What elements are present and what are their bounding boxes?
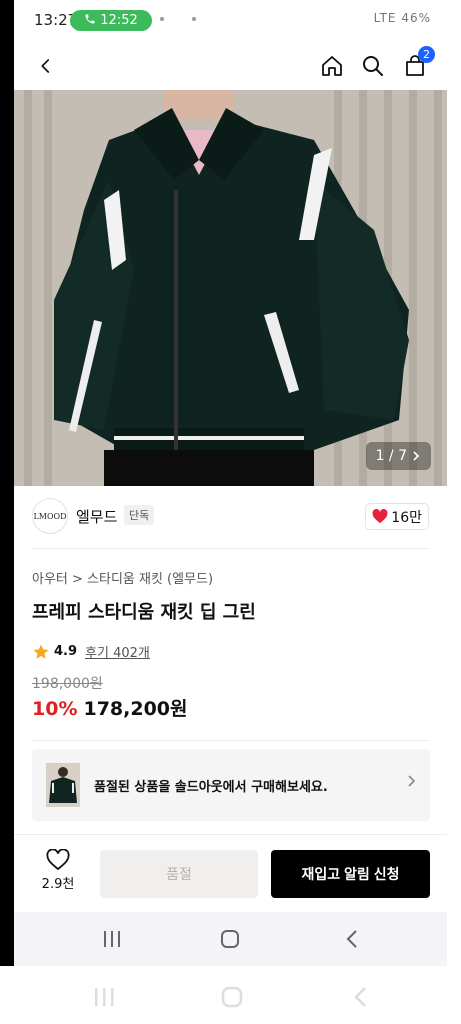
brand-like-button[interactable]: 16만 [365,503,429,530]
brand-name[interactable]: 엘무드 [76,506,117,527]
notification-dot [192,17,196,21]
brand-logo-text: LMOOD [33,511,67,521]
product-title: 프레피 스타디움 재킷 딥 그린 [32,602,256,623]
top-app-bar: 2 [14,42,447,90]
soldout-banner-card: 품절된 상품을 솔드아웃에서 구매해보세요. [32,740,430,838]
device-frame-left [0,0,14,966]
soldout-button[interactable]: 품절 [100,850,258,898]
star-icon [33,644,49,659]
recent-apps-button[interactable] [90,984,118,1010]
notification-dot [160,17,164,21]
banner-thumbnail [46,763,80,807]
ongoing-call-pill[interactable]: 12:52 [70,10,152,31]
call-duration: 12:52 [100,13,138,28]
rating-row[interactable]: 4.9 후기 402개 [32,642,150,661]
discount-rate: 10% [32,698,78,720]
cart-button[interactable]: 2 [399,46,435,82]
search-icon [363,56,383,76]
phone-icon [84,13,96,29]
sale-price: 178,200원 [83,698,188,720]
bottom-action-bar: 2.9천 품절 재입고 알림 신청 [14,834,447,912]
home-button[interactable] [316,50,348,82]
back-chevron-icon [354,987,366,1007]
image-counter[interactable]: 1 / 7 [365,442,431,470]
recent-apps-icon [104,931,120,947]
device-frame-right [447,0,461,966]
product-image-carousel[interactable]: 1 / 7 [14,90,447,486]
chevron-left-icon [41,59,50,73]
recent-apps-button[interactable] [98,926,126,952]
section-divider [32,548,430,549]
home-circle-icon [221,986,243,1008]
recent-apps-icon [95,988,114,1006]
home-nav-button[interactable] [216,926,244,952]
image-counter-text: 1 / 7 [375,448,407,464]
cart-count-badge: 2 [418,46,435,63]
back-chevron-icon [346,930,357,948]
brand-like-count: 16만 [391,509,422,526]
outer-nav-bar [0,966,461,1024]
price-row: 10% 178,200원 [32,694,188,721]
home-nav-button[interactable] [218,984,246,1010]
system-nav-bar [14,912,447,966]
breadcrumb[interactable]: 아우터 > 스타디움 재킷 (엘무드) [32,568,213,587]
soldout-banner[interactable]: 품절된 상품을 솔드아웃에서 구매해보세요. [32,749,430,821]
chevron-right-icon [413,451,420,461]
exclusive-badge: 단독 [124,505,155,525]
heart-filled-icon [372,509,388,524]
rating-score: 4.9 [54,644,78,659]
heart-outline-icon [46,849,70,871]
original-price: 198,000원 [32,676,103,692]
wishlist-button[interactable]: 2.9천 [32,849,84,899]
search-button[interactable] [357,50,389,82]
back-nav-button[interactable] [346,984,374,1010]
status-bar: 13:27 12:52 LTE 46% [14,0,447,42]
chevron-right-icon [406,773,416,792]
back-nav-button[interactable] [338,926,366,952]
brand-row[interactable]: LMOOD 엘무드 단독 16만 [14,486,447,548]
review-count-link[interactable]: 후기 402개 [85,642,150,661]
restock-alert-button[interactable]: 재입고 알림 신청 [271,850,430,898]
back-button[interactable] [30,50,62,82]
brand-logo[interactable]: LMOOD [32,498,68,534]
wishlist-count: 2.9천 [41,877,75,892]
product-photo [14,90,447,486]
app-screen: 13:27 12:52 LTE 46% 2 1 / 7 LMOOD 엘무드 단독… [14,0,447,966]
home-circle-icon [221,930,239,948]
home-icon [322,56,342,76]
status-indicators: LTE 46% [373,11,431,25]
soldout-banner-text: 품절된 상품을 솔드아웃에서 구매해보세요. [94,780,328,795]
